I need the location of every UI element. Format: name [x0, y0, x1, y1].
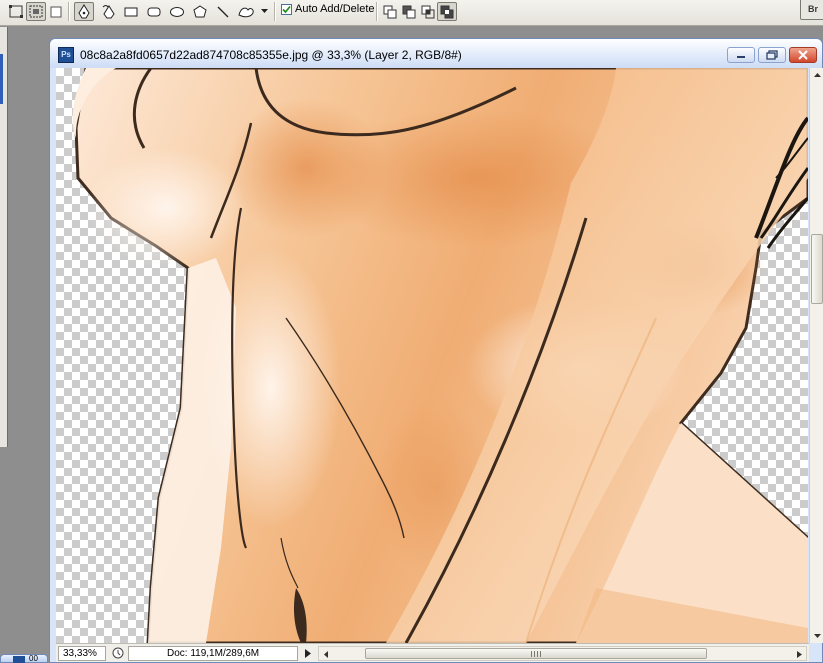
polygon-tool-icon[interactable]	[190, 2, 210, 21]
ellipse-tool-icon[interactable]	[167, 2, 187, 21]
scroll-left-arrow-icon[interactable]	[320, 648, 332, 660]
scroll-right-arrow-icon[interactable]	[793, 648, 805, 660]
paths-icon[interactable]	[26, 2, 46, 21]
close-button[interactable]	[789, 47, 817, 63]
document-size-info: Doc: 119,1M/289,6M	[128, 646, 298, 661]
custom-shape-tool-icon[interactable]	[236, 2, 256, 21]
document-window: Ps 08c8a2a8fd0657d22ad874708c85355e.jpg …	[49, 38, 823, 663]
artwork	[72, 68, 808, 643]
status-bar: 33,33% Doc: 119,1M/289,6M	[56, 643, 809, 662]
bridge-label: Br	[807, 4, 818, 14]
fill-pixels-icon[interactable]	[46, 2, 66, 21]
exclude-overlap-icon[interactable]	[437, 2, 457, 21]
rounded-rectangle-tool-icon[interactable]	[144, 2, 164, 21]
scroll-down-arrow-icon[interactable]	[810, 629, 823, 643]
photoshop-document-icon: Ps	[58, 47, 74, 63]
status-menu-arrow-icon[interactable]	[302, 647, 314, 659]
status-info-icon[interactable]	[112, 647, 124, 659]
tools-panel-selection	[0, 54, 3, 104]
close-icon	[798, 50, 808, 60]
add-to-path-icon[interactable]	[380, 2, 400, 21]
restore-icon	[766, 50, 778, 60]
shape-dropdown-arrow-icon[interactable]	[258, 2, 270, 21]
vertical-scroll-thumb[interactable]	[811, 234, 823, 304]
document-title: 08c8a2a8fd0657d22ad874708c85355e.jpg @ 3…	[80, 48, 462, 62]
bridge-button[interactable]: Br	[800, 0, 823, 20]
scroll-up-arrow-icon[interactable]	[810, 68, 823, 82]
horizontal-scrollbar[interactable]	[318, 646, 807, 661]
image-canvas[interactable]	[56, 68, 808, 643]
secondary-document-label: 00	[29, 654, 38, 663]
line-tool-icon[interactable]	[213, 2, 233, 21]
secondary-document-window[interactable]: 00	[0, 654, 48, 663]
restore-button[interactable]	[758, 47, 786, 63]
minimize-button[interactable]	[727, 47, 755, 63]
minimize-icon	[737, 56, 745, 58]
options-bar: Auto Add/Delete Br	[0, 0, 823, 26]
tools-panel-edge[interactable]	[0, 27, 8, 447]
shape-layers-icon[interactable]	[6, 2, 26, 21]
vertical-scrollbar[interactable]	[809, 68, 823, 643]
rectangle-tool-icon[interactable]	[121, 2, 141, 21]
pen-tool-icon[interactable]	[74, 2, 94, 21]
document-titlebar[interactable]: Ps 08c8a2a8fd0657d22ad874708c85355e.jpg …	[50, 39, 822, 68]
freeform-pen-icon[interactable]	[99, 2, 119, 21]
photoshop-document-icon	[13, 656, 25, 663]
subtract-from-path-icon[interactable]	[399, 2, 419, 21]
horizontal-scroll-thumb[interactable]	[365, 648, 707, 659]
auto-add-delete-checkbox[interactable]	[281, 4, 292, 15]
intersect-path-icon[interactable]	[418, 2, 438, 21]
zoom-level-field[interactable]: 33,33%	[58, 646, 106, 661]
scroll-grip-icon	[531, 651, 541, 657]
auto-add-delete-label: Auto Add/Delete	[295, 3, 375, 15]
